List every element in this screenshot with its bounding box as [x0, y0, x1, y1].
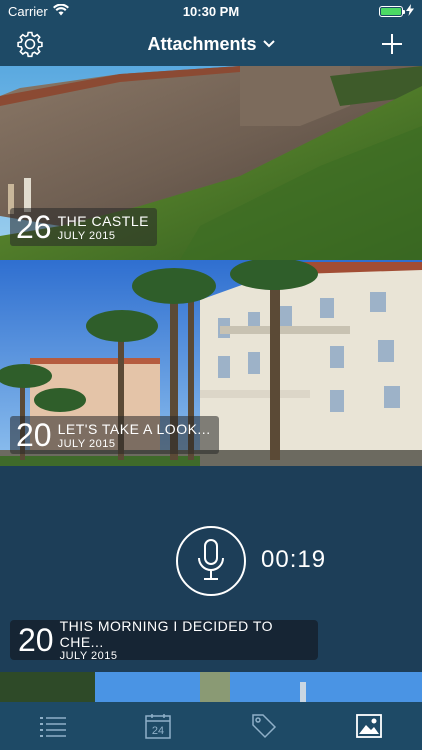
- tag-icon: [252, 714, 276, 739]
- attachments-feed[interactable]: 26 THE CASTLE JULY 2015 20 LET'S TAKE A …: [0, 66, 422, 702]
- nav-bar: Attachments: [0, 22, 422, 66]
- partial-photo: [0, 672, 422, 702]
- status-left: Carrier: [8, 3, 69, 19]
- microphone-icon: [198, 539, 224, 580]
- carrier-label: Carrier: [8, 3, 48, 19]
- entry-date: JULY 2015: [57, 437, 116, 450]
- audio-duration: 00:19: [261, 546, 327, 573]
- tab-tags[interactable]: [244, 706, 284, 746]
- calendar-day: 24: [152, 725, 164, 737]
- entry-day: 20: [18, 621, 54, 658]
- calendar-icon: 24: [145, 714, 171, 739]
- entry-card-look[interactable]: 20 LET'S TAKE A LOOK... JULY 2015: [0, 260, 422, 466]
- charging-icon: [406, 3, 414, 19]
- entry-caption: 20 LET'S TAKE A LOOK... JULY 2015: [10, 416, 219, 454]
- tab-list[interactable]: [33, 706, 73, 746]
- entry-day: 20: [16, 417, 52, 453]
- tab-calendar[interactable]: 24: [138, 706, 178, 746]
- entry-caption: 20 THIS MORNING I DECIDED TO CHE... JULY…: [10, 618, 318, 662]
- gear-icon: [17, 31, 43, 58]
- tab-bar: 24: [0, 702, 422, 750]
- status-right: [379, 3, 414, 19]
- status-bar: Carrier 10:30 PM: [0, 0, 422, 22]
- wifi-icon: [52, 3, 69, 19]
- nav-title-dropdown[interactable]: Attachments: [147, 33, 275, 55]
- entry-date: JULY 2015: [59, 650, 118, 662]
- list-icon: [39, 717, 66, 737]
- entry-title: THE CASTLE: [57, 212, 149, 229]
- tab-attachments[interactable]: [349, 706, 389, 746]
- page-title: Attachments: [147, 33, 257, 54]
- plus-icon: [382, 34, 402, 54]
- entry-caption: 26 THE CASTLE JULY 2015: [10, 208, 157, 246]
- entry-date: JULY 2015: [57, 229, 116, 242]
- settings-button[interactable]: [14, 28, 46, 60]
- play-audio-button[interactable]: [176, 526, 246, 596]
- image-icon: [356, 714, 383, 738]
- entry-card-castle[interactable]: 26 THE CASTLE JULY 2015: [0, 66, 422, 260]
- battery-icon: [379, 5, 405, 17]
- entry-day: 26: [16, 209, 52, 245]
- chevron-down-icon: [262, 40, 275, 48]
- entry-card-partial[interactable]: [0, 672, 422, 702]
- entry-title: THIS MORNING I DECIDED TO CHE...: [59, 618, 274, 650]
- entry-title: LET'S TAKE A LOOK...: [57, 420, 211, 437]
- add-button[interactable]: [376, 28, 408, 60]
